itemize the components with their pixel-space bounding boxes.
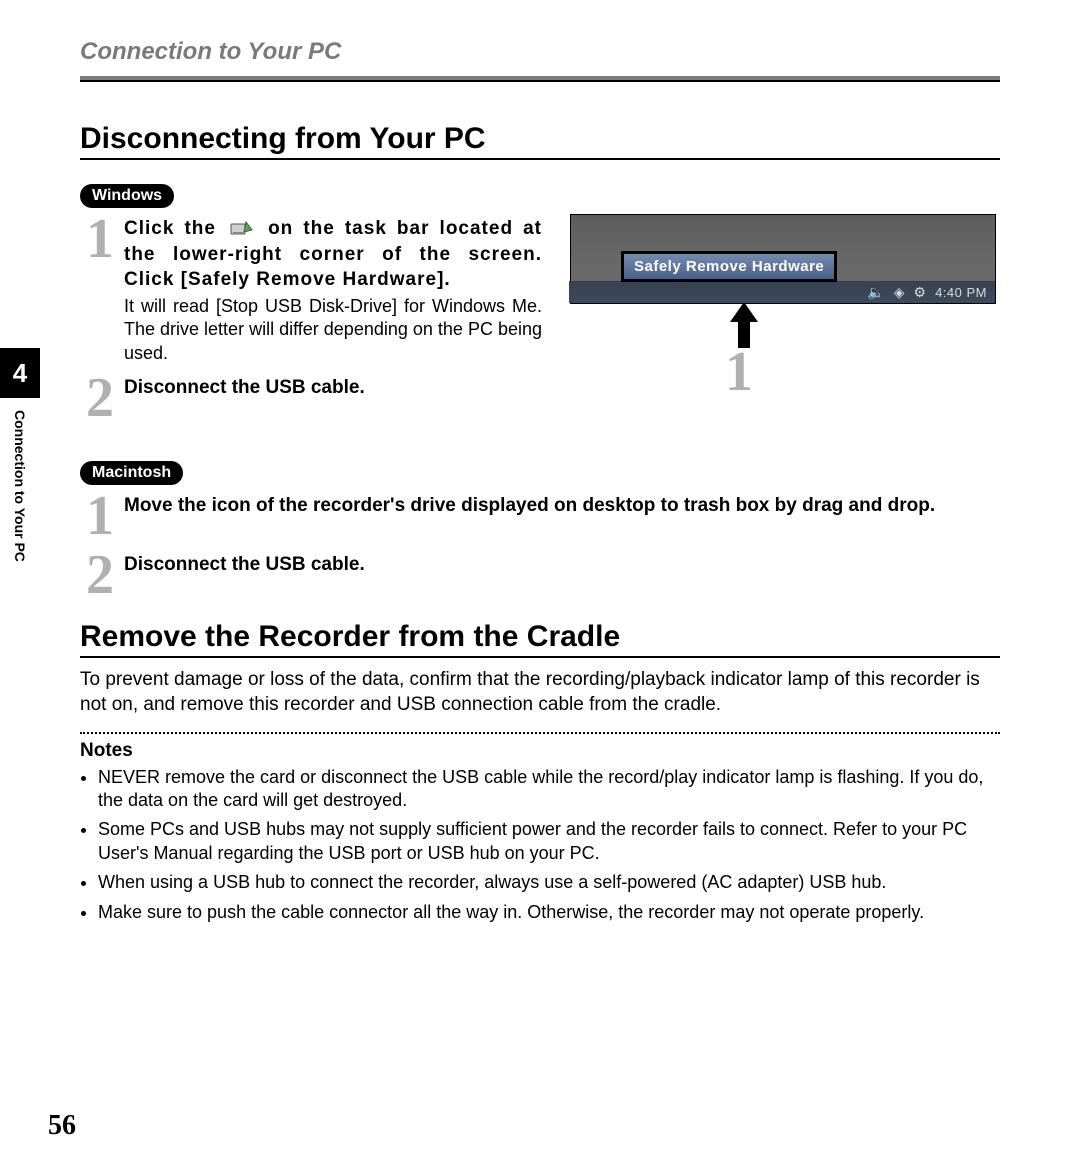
taskbar-screenshot: Safely Remove Hardware 🔈 ◈ ⚙ 4:40 PM (570, 214, 996, 304)
notes-heading: Notes (80, 740, 1000, 762)
step-1-text: Click the on the task bar located at the… (124, 216, 542, 293)
safely-remove-tooltip: Safely Remove Hardware (621, 251, 837, 282)
step-number: 2 (80, 373, 120, 423)
note-item: When using a USB hub to connect the reco… (98, 871, 1000, 894)
chapter-number-tab: 4 (0, 348, 40, 398)
safely-remove-tray-icon (230, 218, 254, 240)
step-1-desc: It will read [Stop USB Disk-Drive] for W… (124, 295, 542, 365)
page-number: 56 (48, 1110, 76, 1142)
mac-step-2-text: Disconnect the USB cable. (124, 552, 1000, 578)
mac-step-2: 2 Disconnect the USB cable. (80, 550, 1000, 600)
tray-diamond-icon: ◈ (894, 284, 908, 301)
section-title-remove-cradle: Remove the Recorder from the Cradle (80, 620, 1000, 658)
mac-step-1-text: Move the icon of the recorder's drive di… (124, 493, 1000, 519)
mac-step-1: 1 Move the icon of the recorder's drive … (80, 491, 1000, 541)
section-title-disconnecting: Disconnecting from Your PC (80, 122, 1000, 160)
windows-step-2: 2 Disconnect the USB cable. (80, 373, 542, 423)
remove-cradle-body: To prevent damage or loss of the data, c… (80, 668, 1000, 717)
system-tray: 🔈 ◈ ⚙ 4:40 PM (867, 284, 987, 301)
step-number: 1 (80, 491, 120, 541)
running-header: Connection to Your PC (80, 38, 1000, 66)
callout-arrow-up-icon (728, 302, 1000, 348)
notes-list: NEVER remove the card or disconnect the … (80, 766, 1000, 924)
tray-clock: 4:40 PM (935, 285, 987, 300)
macintosh-pill: Macintosh (80, 461, 183, 485)
note-item: Some PCs and USB hubs may not supply suf… (98, 818, 1000, 865)
step-number: 2 (80, 550, 120, 600)
tray-volume-icon: 🔈 (867, 284, 887, 301)
figure-callout-number: 1 (725, 344, 1000, 400)
note-item: Make sure to push the cable connector al… (98, 901, 1000, 924)
step-number: 1 (80, 214, 120, 264)
windows-step-1: 1 Click the on the task bar located at t… (80, 214, 542, 365)
step-2-text: Disconnect the USB cable. (124, 375, 542, 401)
step-1-text-a: Click the (124, 218, 216, 239)
note-item: NEVER remove the card or disconnect the … (98, 766, 1000, 813)
windows-pill: Windows (80, 184, 174, 208)
header-rule (80, 76, 1000, 82)
chapter-tab: 4 Connection to Your PC (0, 348, 40, 562)
tray-network-icon: ⚙ (914, 284, 930, 301)
dotted-divider (80, 732, 1000, 734)
chapter-side-label: Connection to Your PC (12, 410, 28, 562)
